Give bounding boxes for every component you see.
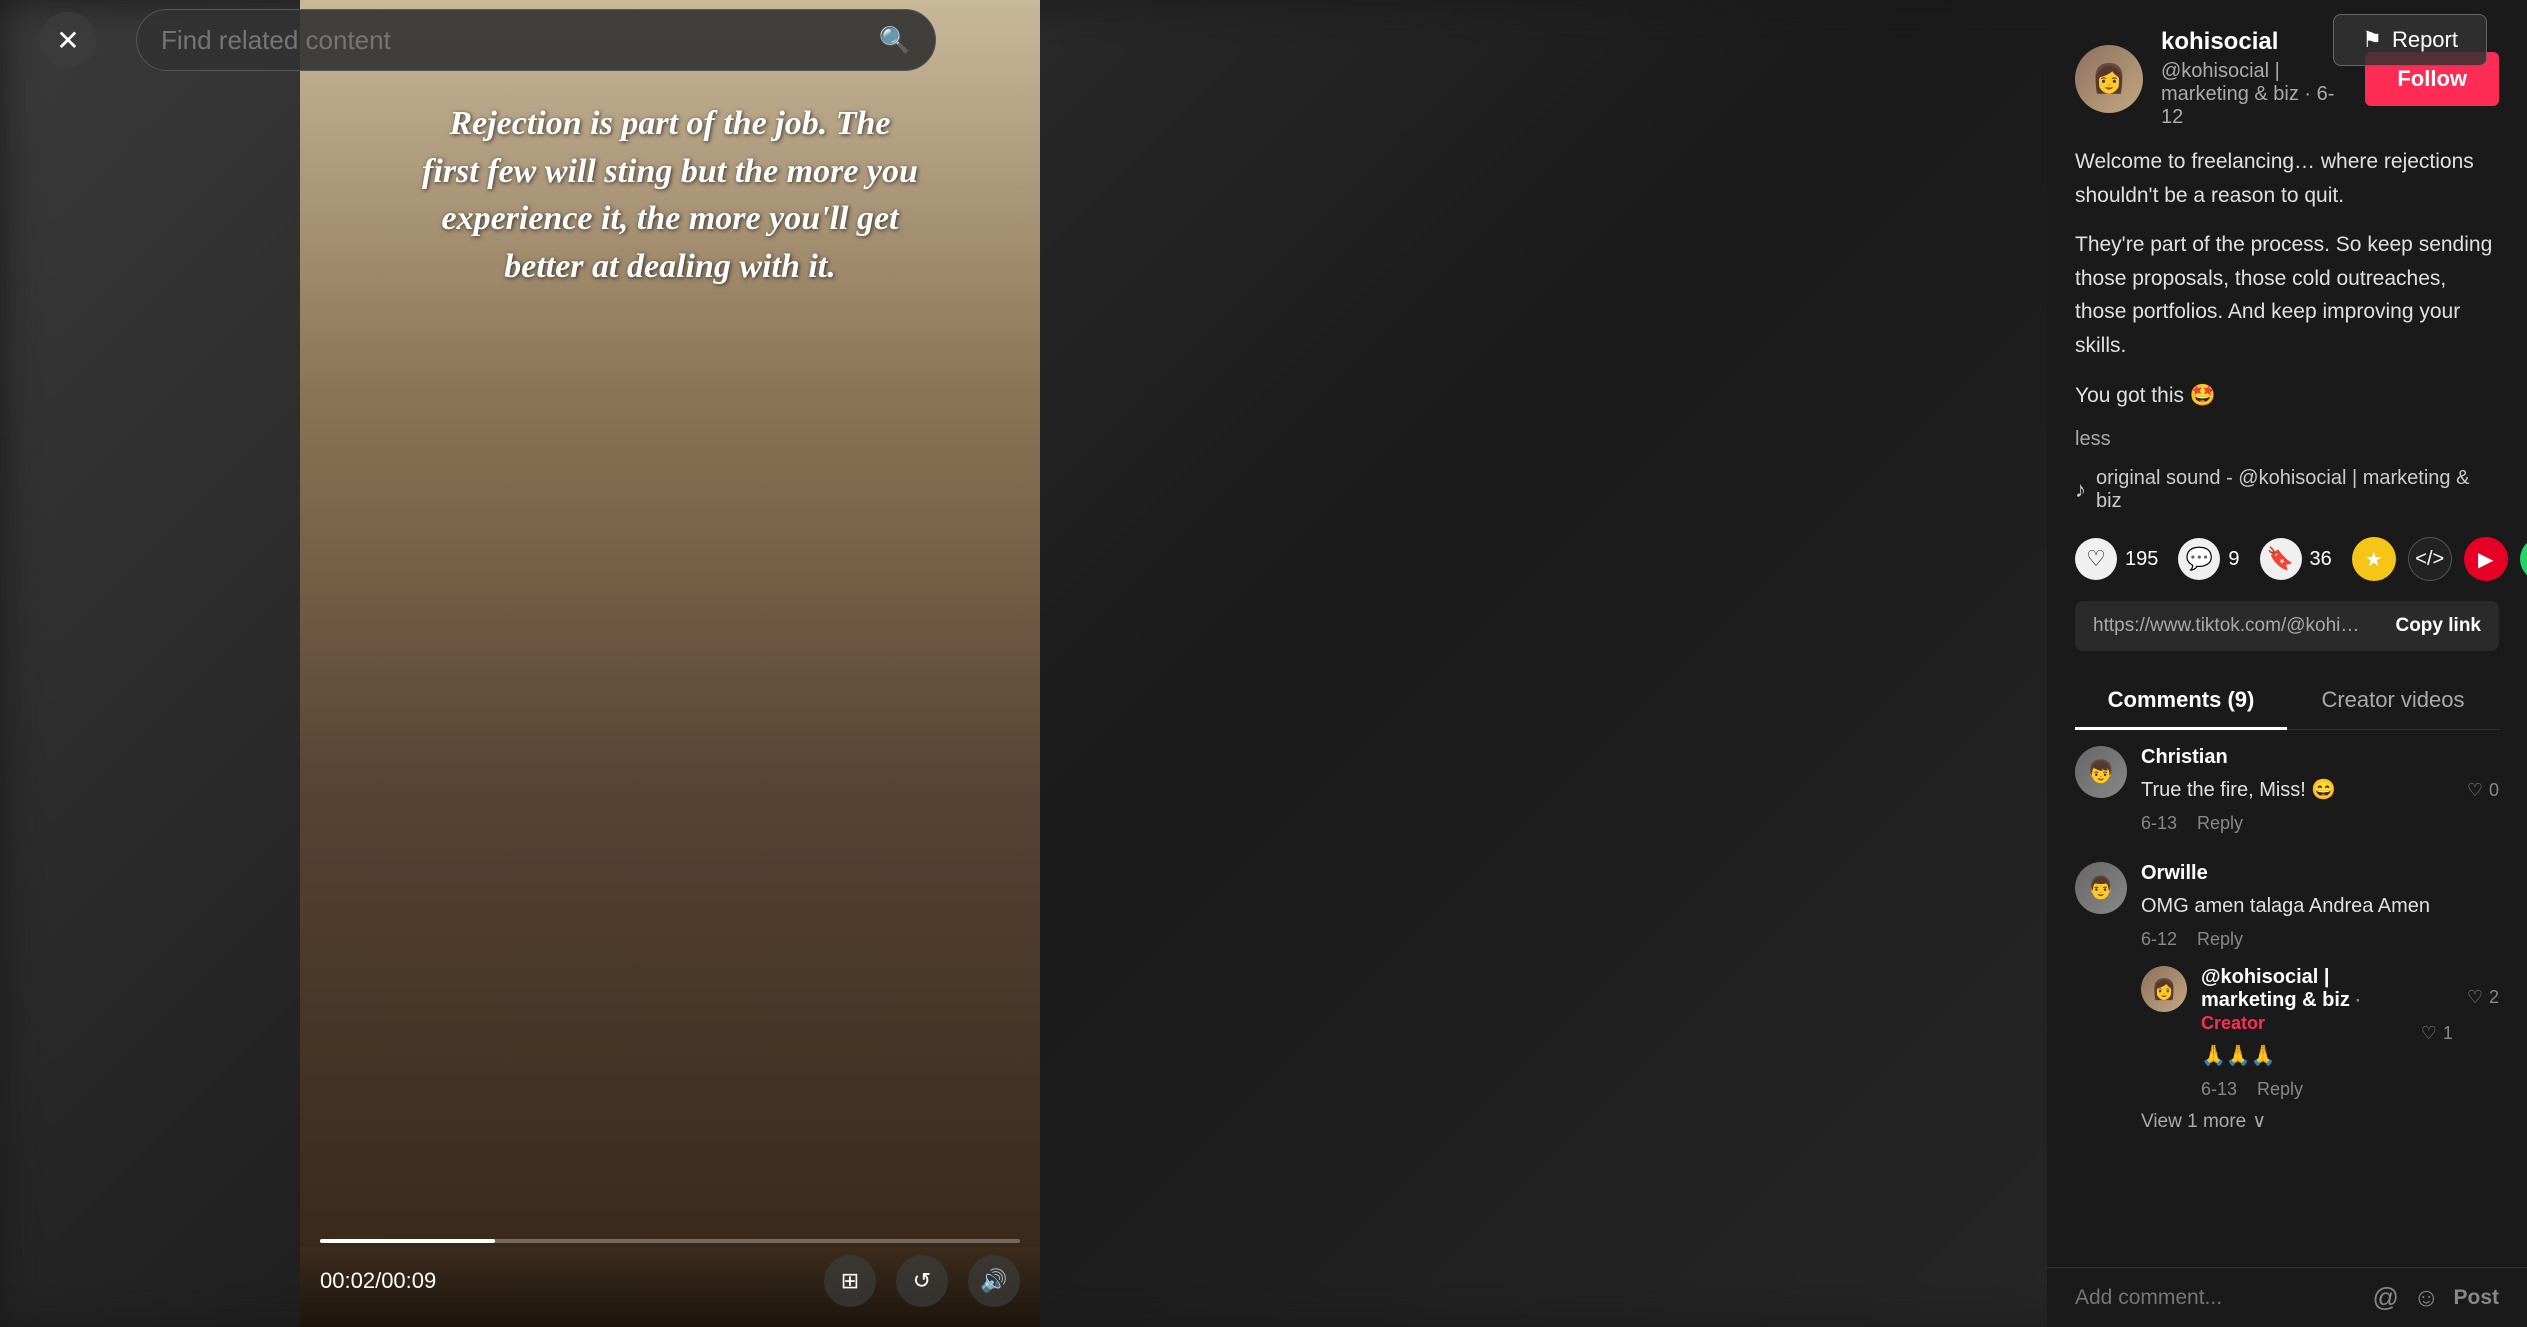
mute-button[interactable]: 🔊 (968, 1255, 1020, 1307)
autoplay-button[interactable]: ↺ (896, 1255, 948, 1307)
controls-row: 00:02/00:09 ⊞ ↺ 🔊 (320, 1255, 1020, 1307)
desc-line2: They're part of the process. So keep sen… (2075, 228, 2499, 362)
mention-button[interactable]: @ (2373, 1282, 2399, 1313)
comment-icon: 💬 (2178, 538, 2220, 580)
comment-username: Christian (2141, 746, 2453, 769)
share-code-button[interactable]: </> (2408, 537, 2452, 581)
bookmark-icon: 🔖 (2260, 538, 2302, 580)
bookmark-button[interactable]: 🔖 36 (2260, 538, 2332, 580)
comment-button[interactable]: 💬 9 (2178, 538, 2239, 580)
time-display: 00:02/00:09 (320, 1268, 436, 1294)
comment-username: Orwille (2141, 862, 2453, 885)
comment-avatar-christian: 👦 (2075, 746, 2127, 798)
comment-text: OMG amen talaga Andrea Amen (2141, 891, 2453, 921)
search-bar: 🔍 (136, 9, 936, 71)
reply-meta: 6-13 Reply (2201, 1079, 2407, 1100)
comment-body-christian: Christian True the fire, Miss! 😄 6-13 Re… (2141, 746, 2453, 834)
actions-row: ♡ 195 💬 9 🔖 36 ★ </> ▶ 💬 f ↗ (2047, 537, 2527, 581)
comment-body-orwille: Orwille OMG amen talaga Andrea Amen 6-12… (2141, 862, 2453, 1133)
search-input[interactable] (161, 25, 879, 56)
tabs-row: Comments (9) Creator videos (2075, 671, 2499, 730)
comments-section: 👦 Christian True the fire, Miss! 😄 6-13 … (2047, 730, 2527, 1267)
heart-icon: ♡ (2075, 538, 2117, 580)
reply-item: 👩 @kohisocial | marketing & biz · Creato… (2141, 966, 2453, 1100)
comment-like: ♡ 0 (2467, 746, 2499, 834)
video-person-area (300, 547, 1040, 1247)
less-link[interactable]: less (2047, 428, 2527, 451)
like-icon: ♡ (2467, 780, 2483, 801)
reply-button[interactable]: Reply (2197, 929, 2243, 950)
share-icons: ★ </> ▶ 💬 f ↗ (2352, 537, 2527, 581)
main-content: Rejection is part of the job. The first … (0, 0, 2527, 1327)
link-row: https://www.tiktok.com/@kohisocial/video… (2075, 601, 2499, 651)
comment-like-2: ♡ 2 (2467, 862, 2499, 1133)
control-buttons: ⊞ ↺ 🔊 (824, 1255, 1020, 1307)
comment-meta: 6-13 Reply (2141, 813, 2453, 834)
video-background[interactable]: Rejection is part of the job. The first … (300, 0, 1040, 1327)
view-more-button[interactable]: View 1 more ∨ (2141, 1110, 2266, 1133)
sound-row: ♪ original sound - @kohisocial | marketi… (2047, 467, 2527, 513)
description: Welcome to freelancing… where rejections… (2047, 145, 2527, 428)
comment-meta: 6-12 Reply (2141, 929, 2453, 950)
close-button[interactable]: ✕ (40, 12, 96, 68)
chevron-down-icon: ∨ (2252, 1110, 2266, 1133)
comment-item: 👦 Christian True the fire, Miss! 😄 6-13 … (2075, 746, 2499, 834)
link-text: https://www.tiktok.com/@kohisocial/video… (2075, 601, 2377, 651)
top-bar: ✕ 🔍 ⚑ Report (0, 0, 2527, 80)
reply-text: 🙏🙏🙏 (2201, 1041, 2407, 1071)
progress-fill (320, 1239, 495, 1243)
reply-reply-button[interactable]: Reply (2257, 1079, 2303, 1100)
comment-input-bar: @ ☺ Post (2047, 1267, 2527, 1327)
comment-avatar-orwille: 👨 (2075, 862, 2127, 914)
screenshot-button[interactable]: ⊞ (824, 1255, 876, 1307)
report-button[interactable]: ⚑ Report (2333, 14, 2487, 66)
comment-item: 👨 Orwille OMG amen talaga Andrea Amen 6-… (2075, 862, 2499, 1133)
reply-body: @kohisocial | marketing & biz · Creator … (2201, 966, 2407, 1100)
creator-tag: Creator (2201, 1013, 2265, 1033)
post-button[interactable]: Post (2453, 1286, 2499, 1310)
reply-username: @kohisocial | marketing & biz · Creator (2201, 966, 2407, 1035)
reply-avatar: 👩 (2141, 966, 2187, 1012)
video-player: Rejection is part of the job. The first … (300, 0, 1040, 1327)
tab-creator-videos[interactable]: Creator videos (2287, 671, 2499, 729)
share-star-button[interactable]: ★ (2352, 537, 2396, 581)
like-icon: ♡ (2467, 987, 2483, 1008)
sound-text: original sound - @kohisocial | marketing… (2096, 467, 2499, 513)
share-tiktok-button[interactable]: ▶ (2464, 537, 2508, 581)
video-quote-text: Rejection is part of the job. The first … (420, 100, 920, 290)
copy-link-button[interactable]: Copy link (2377, 601, 2499, 651)
emoji-button[interactable]: ☺ (2413, 1282, 2440, 1313)
right-panel: 👩 kohisocial @kohisocial | marketing & b… (2047, 0, 2527, 1327)
comment-text: True the fire, Miss! 😄 (2141, 775, 2453, 805)
creator-badge: · (2355, 991, 2361, 1010)
share-whatsapp-button[interactable]: 💬 (2520, 537, 2527, 581)
flag-icon: ⚑ (2362, 27, 2382, 53)
desc-line1: Welcome to freelancing… where rejections… (2075, 145, 2499, 212)
search-icon-button[interactable]: 🔍 (879, 25, 911, 56)
like-icon: ♡ (2421, 1023, 2437, 1044)
comment-input[interactable] (2075, 1286, 2359, 1310)
music-icon: ♪ (2075, 477, 2086, 503)
progress-bar[interactable] (320, 1239, 1020, 1243)
reply-button[interactable]: Reply (2197, 813, 2243, 834)
desc-line3: You got this 🤩 (2075, 379, 2499, 413)
video-controls: 00:02/00:09 ⊞ ↺ 🔊 (300, 1239, 1040, 1327)
reply-like: ♡ 1 (2421, 966, 2453, 1100)
like-button[interactable]: ♡ 195 (2075, 538, 2158, 580)
tab-comments[interactable]: Comments (9) (2075, 671, 2287, 729)
